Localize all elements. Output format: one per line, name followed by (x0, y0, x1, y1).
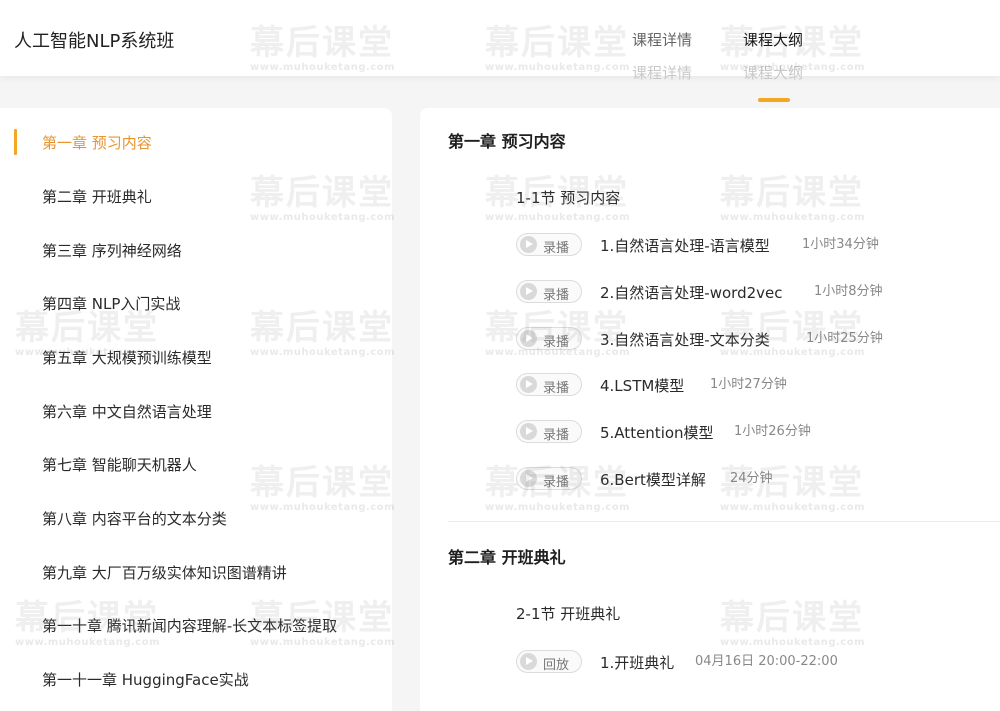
lesson-title: 1.自然语言处理-语言模型 (600, 237, 770, 255)
sidebar-chapter-7[interactable]: 第七章 智能聊天机器人 (0, 449, 392, 479)
tab-course-outline-shadow: 课程大纲 (743, 64, 804, 82)
tab-course-details[interactable]: 课程详情 (632, 29, 692, 50)
sidebar-chapter-8[interactable]: 第八章 内容平台的文本分类 (0, 503, 392, 533)
lesson-item[interactable]: 录播 5.Attention模型 1小时26分钟 (516, 419, 986, 445)
lesson-schedule: 04月16日 20:00-22:00 (695, 654, 838, 669)
sidebar-chapter-9[interactable]: 第九章 大厂百万级实体知识图谱精讲 (0, 557, 392, 587)
section-heading: 2-1节 开班典礼 (516, 605, 621, 623)
course-title: 人工智能NLP系统班 (14, 31, 175, 52)
tab-course-details-shadow: 课程详情 (632, 64, 693, 82)
sidebar-chapter-5[interactable]: 第五章 大规模预训练模型 (0, 342, 392, 372)
lesson-title: 4.LSTM模型 (600, 377, 685, 395)
lesson-duration: 1小时25分钟 (806, 331, 883, 346)
sidebar-chapter-label: 第八章 内容平台的文本分类 (42, 510, 227, 528)
lesson-item[interactable]: 录播 4.LSTM模型 1小时27分钟 (516, 372, 986, 398)
lesson-title: 5.Attention模型 (600, 424, 714, 442)
sidebar-chapter-label: 第三章 序列神经网络 (42, 242, 182, 260)
play-icon (520, 423, 537, 440)
lesson-duration: 1小时26分钟 (734, 424, 811, 439)
lesson-title: 6.Bert模型详解 (600, 471, 706, 489)
recorded-badge: 录播 (516, 327, 582, 350)
chapter-sidebar: 第一章 预习内容 第二章 开班典礼 第三章 序列神经网络 第四章 NLP入门实战… (0, 108, 392, 711)
chapter-divider (448, 521, 1000, 522)
chapter-heading: 第二章 开班典礼 (448, 548, 566, 567)
top-header: 人工智能NLP系统班 课程详情 课程大纲 (0, 0, 1000, 76)
sidebar-chapter-1[interactable]: 第一章 预习内容 (0, 127, 392, 157)
sidebar-chapter-label: 第五章 大规模预训练模型 (42, 349, 212, 367)
sidebar-chapter-label: 第一十一章 HuggingFace实战 (42, 671, 249, 689)
active-tab-indicator (758, 98, 790, 102)
lesson-item[interactable]: 录播 1.自然语言处理-语言模型 1小时34分钟 (516, 232, 986, 258)
lesson-duration: 1小时34分钟 (802, 237, 879, 252)
recorded-badge: 录播 (516, 467, 582, 490)
play-icon (520, 653, 537, 670)
lesson-duration: 1小时27分钟 (710, 377, 787, 392)
sidebar-chapter-4[interactable]: 第四章 NLP入门实战 (0, 288, 392, 318)
lesson-title: 2.自然语言处理-word2vec (600, 284, 783, 302)
lesson-duration: 1小时8分钟 (814, 284, 883, 299)
replay-badge: 回放 (516, 650, 582, 673)
lesson-item[interactable]: 回放 1.开班典礼 04月16日 20:00-22:00 (516, 649, 986, 675)
play-icon (520, 376, 537, 393)
lesson-duration: 24分钟 (730, 471, 773, 486)
sidebar-chapter-label: 第九章 大厂百万级实体知识图谱精讲 (42, 564, 287, 582)
course-outline-panel: 第一章 预习内容 1-1节 预习内容 录播 1.自然语言处理-语言模型 1小时3… (420, 108, 1000, 711)
sidebar-chapter-label: 第四章 NLP入门实战 (42, 295, 181, 313)
sidebar-chapter-label: 第二章 开班典礼 (42, 188, 152, 206)
section-heading: 1-1节 预习内容 (516, 189, 621, 207)
play-icon (520, 283, 537, 300)
recorded-badge: 录播 (516, 280, 582, 303)
play-icon (520, 330, 537, 347)
lesson-title: 3.自然语言处理-文本分类 (600, 331, 770, 349)
recorded-badge: 录播 (516, 420, 582, 443)
play-icon (520, 470, 537, 487)
sidebar-chapter-10[interactable]: 第一十章 腾讯新闻内容理解-长文本标签提取 (0, 610, 392, 640)
recorded-badge: 录播 (516, 373, 582, 396)
sidebar-chapter-label: 第六章 中文自然语言处理 (42, 403, 212, 421)
sidebar-chapter-6[interactable]: 第六章 中文自然语言处理 (0, 396, 392, 426)
sidebar-chapter-label: 第一十章 腾讯新闻内容理解-长文本标签提取 (42, 617, 338, 635)
chapter-heading: 第一章 预习内容 (448, 132, 566, 151)
recorded-badge: 录播 (516, 233, 582, 256)
sidebar-chapter-2[interactable]: 第二章 开班典礼 (0, 181, 392, 211)
sidebar-chapter-label: 第一章 预习内容 (42, 134, 152, 152)
lesson-title: 1.开班典礼 (600, 654, 675, 672)
tab-course-outline[interactable]: 课程大纲 (743, 29, 803, 50)
sidebar-chapter-3[interactable]: 第三章 序列神经网络 (0, 235, 392, 265)
lesson-item[interactable]: 录播 2.自然语言处理-word2vec 1小时8分钟 (516, 279, 986, 305)
play-icon (520, 236, 537, 253)
sidebar-chapter-11[interactable]: 第一十一章 HuggingFace实战 (0, 664, 392, 694)
lesson-item[interactable]: 录播 6.Bert模型详解 24分钟 (516, 466, 986, 492)
sidebar-chapter-label: 第七章 智能聊天机器人 (42, 456, 197, 474)
lesson-item[interactable]: 录播 3.自然语言处理-文本分类 1小时25分钟 (516, 326, 986, 352)
